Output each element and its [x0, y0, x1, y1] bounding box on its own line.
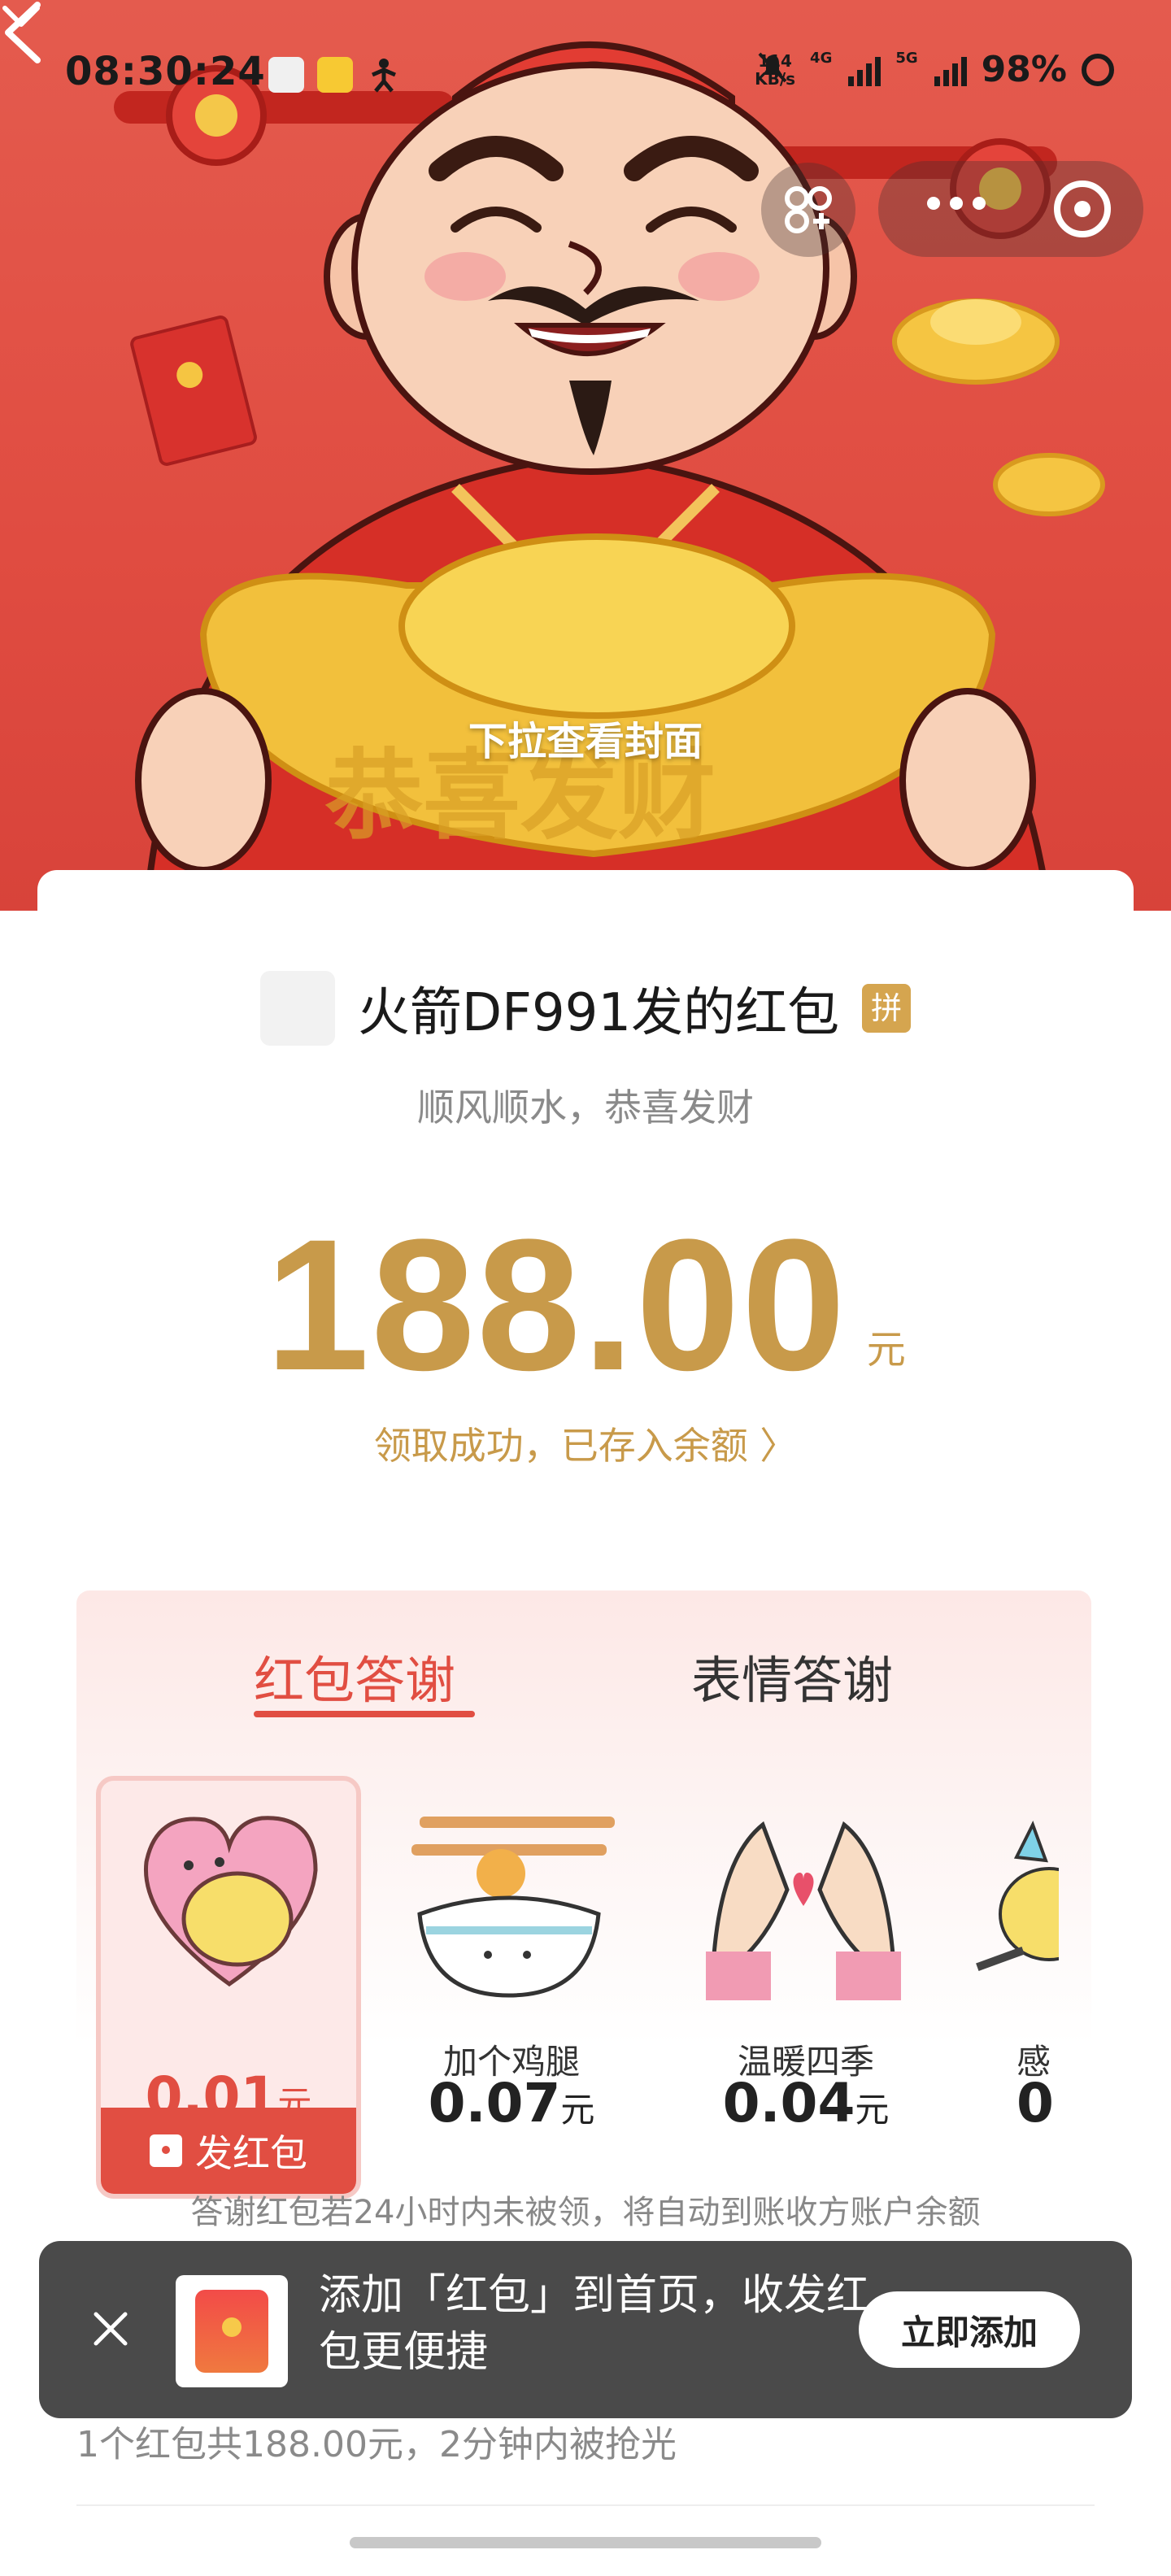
runner-notification-icon — [366, 57, 402, 93]
amount-row: 188.00 元 — [37, 1212, 1134, 1399]
blessing-text: 顺风顺水，恭喜发财 — [417, 1086, 754, 1129]
red-packet-app-icon — [176, 2275, 288, 2387]
chevron-down-icon — [2, 6, 40, 27]
red-packet-icon — [150, 2134, 182, 2167]
gift-option-drumstick[interactable]: 加个鸡腿 0.07元 — [379, 1776, 644, 2199]
battery-level: 98% — [981, 49, 1067, 90]
pin-badge: 拼 — [862, 984, 912, 1033]
received-amount: 188.00 — [265, 1200, 847, 1409]
gift-price: 0.07元 — [428, 2072, 595, 2134]
divider — [76, 2504, 1095, 2506]
gift-price: 0.04元 — [722, 2072, 890, 2134]
signal-strength-icon — [848, 54, 882, 86]
active-tab-indicator — [254, 1711, 475, 1717]
tab-emoji-thanks[interactable]: 表情答谢 — [691, 1639, 893, 1712]
miniapp-capsule — [878, 161, 1143, 257]
pull-down-hint[interactable]: 下拉查看封面 — [0, 709, 1171, 766]
avatar-notification-icon — [268, 57, 304, 93]
god-of-wealth-illustration: 恭喜发财 — [114, 41, 1105, 911]
close-icon[interactable] — [89, 2308, 132, 2350]
gift-price: 0 — [1016, 2072, 1054, 2134]
sim2-type: 5G — [895, 50, 918, 67]
gift-option-warm-seasons[interactable]: 温暖四季 0.04元 — [673, 1776, 938, 2199]
thanks-auto-note: 答谢红包若24小时内未被领，将自动到账收方账户余额 — [190, 2194, 981, 2231]
signal-strength-icon — [934, 54, 967, 86]
home-indicator[interactable] — [350, 2537, 821, 2548]
heart-hug-icon — [143, 1816, 318, 1987]
more-menu-icon[interactable] — [927, 197, 986, 210]
star-character-icon — [976, 1820, 1059, 1971]
status-bar: 08:30:24 114 KB/s 4G 5G 98% — [0, 49, 1171, 106]
status-time: 08:30:24 — [65, 49, 266, 94]
battery-ring-icon — [1082, 53, 1114, 86]
toast-message: 添加「红包」到首页，收发红包更便捷 — [319, 2271, 869, 2377]
sender-title: 火箭DF991发的红包 — [357, 983, 840, 1043]
close-miniapp-icon[interactable] — [1054, 181, 1111, 237]
thanks-panel: 红包答谢 表情答谢 0.01元 发红包 加个鸡腿 0.07元 温暖四季 0.04… — [76, 1590, 1091, 2241]
amount-unit: 元 — [866, 1327, 906, 1373]
gift-option-partial[interactable]: 感 0 — [968, 1776, 1059, 2199]
mute-bell-icon — [758, 52, 787, 83]
rice-bowl-drumstick-icon — [411, 1817, 615, 1998]
send-red-packet-button[interactable]: 发红包 — [101, 2108, 356, 2194]
balance-link[interactable]: 领取成功，已存入余额 〉 — [37, 1416, 1134, 1470]
gift-option-heart[interactable]: 0.01元 发红包 — [96, 1776, 361, 2199]
cover-illustration[interactable]: 恭喜发财 08:30:24 114 KB/s 4G 5G 98% — [0, 0, 1171, 911]
hands-heart-icon — [706, 1821, 901, 2000]
scan-icon — [785, 186, 832, 233]
add-to-home-toast: 添加「红包」到首页，收发红包更便捷 立即添加 — [39, 2241, 1132, 2418]
sender-row: 火箭DF991发的红包 拼 — [37, 969, 1134, 1047]
tab-red-packet-thanks[interactable]: 红包答谢 — [254, 1639, 455, 1712]
scan-button[interactable] — [761, 163, 855, 257]
app-notification-icon — [317, 57, 353, 93]
sim1-type: 4G — [810, 50, 833, 67]
sender-avatar[interactable] — [259, 971, 335, 1046]
add-now-button[interactable]: 立即添加 — [859, 2291, 1080, 2368]
packet-summary: 1个红包共188.00元，2分钟内被抢光 — [76, 2424, 677, 2465]
